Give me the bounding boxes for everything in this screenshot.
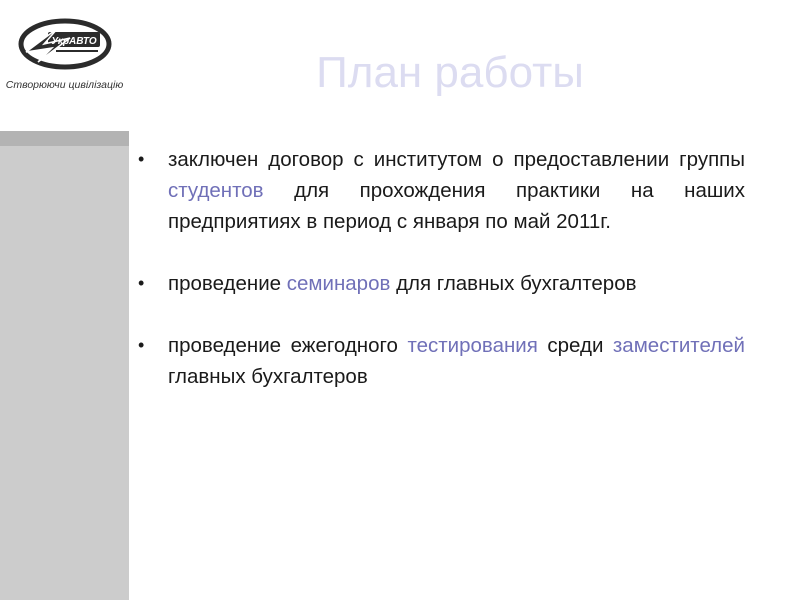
- slide: УкрАВТО Створюючи цивілізацію План работ…: [0, 0, 800, 600]
- highlighted-word: студентов: [168, 179, 264, 202]
- ukravto-logo-icon: УкрАВТО: [18, 18, 112, 70]
- bullet-text: проведение ежегодного: [168, 334, 408, 357]
- bullet-marker: •: [138, 273, 145, 293]
- bullet-text: заключен договор с институтом о предоста…: [168, 148, 745, 171]
- bullet-marker: •: [138, 335, 145, 355]
- ukravto-logo: УкрАВТО: [18, 18, 114, 70]
- bullet-item: • проведение семинаров для главных бухгал…: [138, 268, 745, 299]
- highlighted-word: заместителей: [612, 334, 745, 357]
- bullet-item: • проведение ежегодного тестирования сред…: [138, 330, 745, 392]
- bullet-text: для главных бухгалтеров: [390, 272, 637, 295]
- tagline: Створюючи цивілізацію: [5, 79, 124, 91]
- bullet-text: главных бухгалтеров: [168, 365, 368, 388]
- bullet-marker: •: [138, 149, 145, 169]
- highlighted-word: семинаров: [286, 272, 391, 295]
- sidebar: УкрАВТО Створюючи цивілізацію: [0, 0, 129, 600]
- highlighted-word: тестирования: [407, 334, 538, 357]
- logo-text: УкрАВТО: [51, 36, 96, 47]
- bullet-item: • заключен договор с институтом о предост…: [138, 144, 745, 237]
- bullet-text: среди: [537, 334, 613, 357]
- bullet-text: проведение: [168, 272, 287, 295]
- bullet-list: • заключен договор с институтом о предост…: [138, 144, 745, 392]
- slide-title: План работы: [316, 48, 584, 97]
- sidebar-divider-band: [0, 131, 129, 146]
